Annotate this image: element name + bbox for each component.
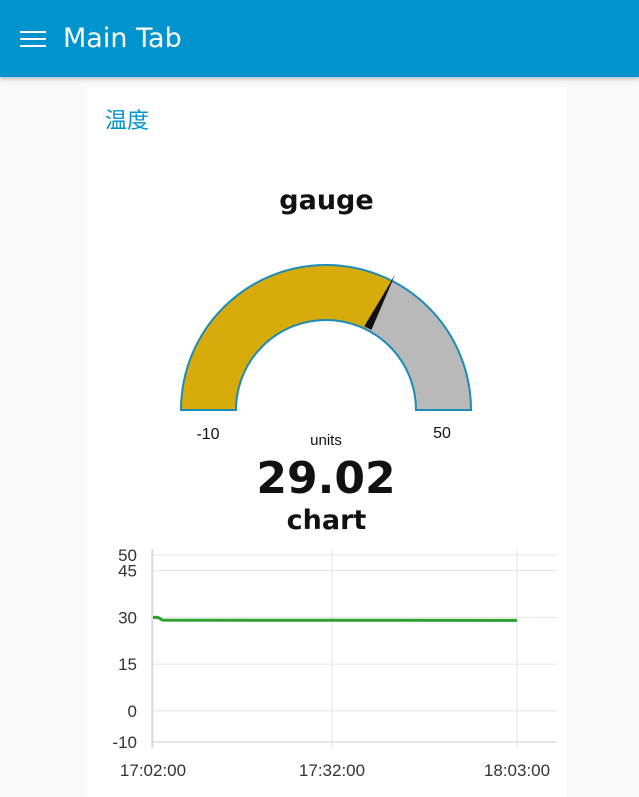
chart-y-tick-label: 15 xyxy=(118,655,137,674)
chart-x-tick-label: 18:03:00 xyxy=(484,761,550,780)
hamburger-menu-icon[interactable] xyxy=(8,14,58,64)
chart-x-tick-label: 17:02:00 xyxy=(120,761,186,780)
gauge-widget: 29.02 -10 50 units xyxy=(179,264,473,504)
group-title: 温度 xyxy=(105,109,150,134)
chart-x-tick-label: 17:32:00 xyxy=(299,761,365,780)
gauge-fill xyxy=(181,265,392,410)
chart-y-tick-label: 30 xyxy=(118,608,137,627)
line-chart: 504530150-1017:02:00 17:32:00 18:03:00 xyxy=(112,547,557,780)
gauge-value: 29.02 xyxy=(256,453,395,504)
group-card: 温度 gauge 29.02 -10 50 units chart 50 45 30… xyxy=(87,87,566,797)
top-toolbar: Main Tab xyxy=(0,0,639,77)
chart-y-tick-label: 0 xyxy=(128,702,137,721)
page-title: Main Tab xyxy=(63,23,182,54)
chart-y-tick-label: 45 xyxy=(118,562,137,581)
gauge-units-label: units xyxy=(310,432,342,449)
gauge-max-label: 50 xyxy=(433,425,451,442)
gauge-title: gauge xyxy=(279,185,374,216)
chart-y-tick-label: -10 xyxy=(112,733,137,752)
chart-title: chart xyxy=(286,505,367,536)
gauge-min-label: -10 xyxy=(196,426,219,443)
